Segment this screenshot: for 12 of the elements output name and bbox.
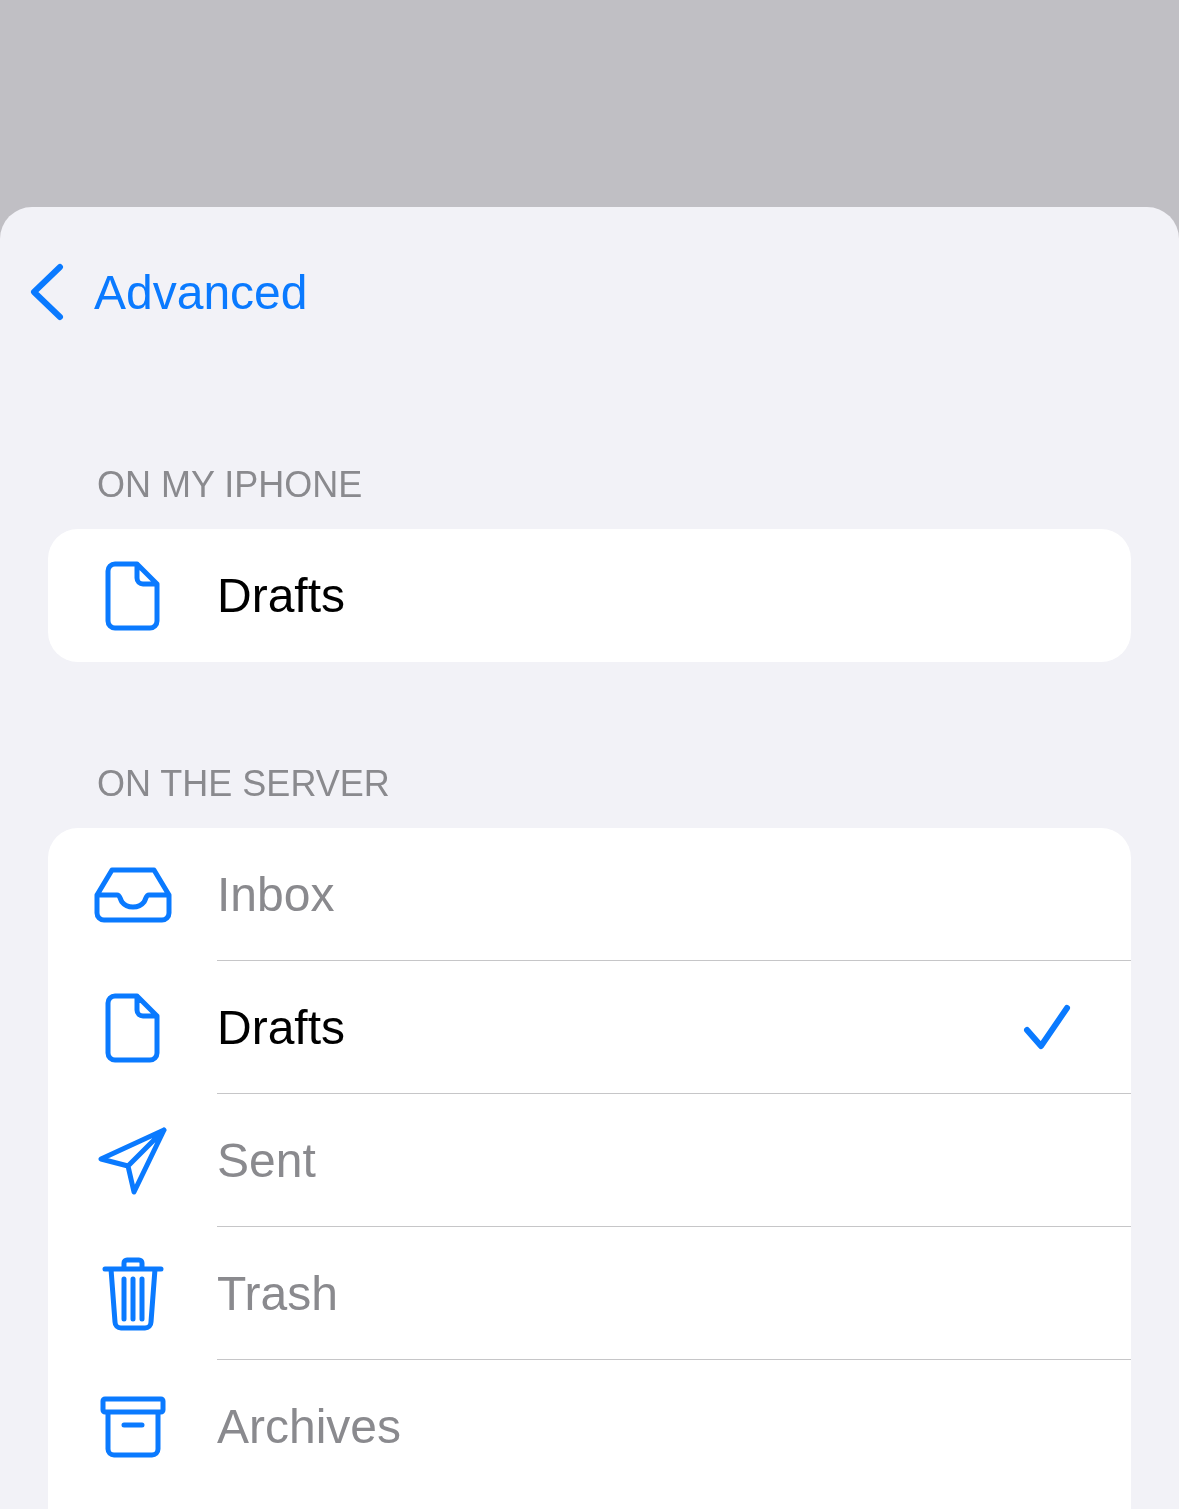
- back-button[interactable]: Advanced: [28, 263, 308, 321]
- paper-plane-icon: [97, 1125, 168, 1196]
- chevron-left-icon: [28, 263, 64, 321]
- section-header: ON THE SERVER: [96, 764, 391, 804]
- section-header: ON MY IPHONE: [96, 465, 364, 505]
- trash-can-icon: [101, 1256, 164, 1331]
- document-icon: [104, 560, 161, 631]
- inbox-tray-icon: [93, 866, 172, 923]
- folder-row[interactable]: Drafts: [48, 529, 1131, 662]
- archive-box-icon: [99, 1395, 166, 1458]
- document-icon: [104, 992, 161, 1063]
- folder-row[interactable]: Drafts: [48, 961, 1131, 1094]
